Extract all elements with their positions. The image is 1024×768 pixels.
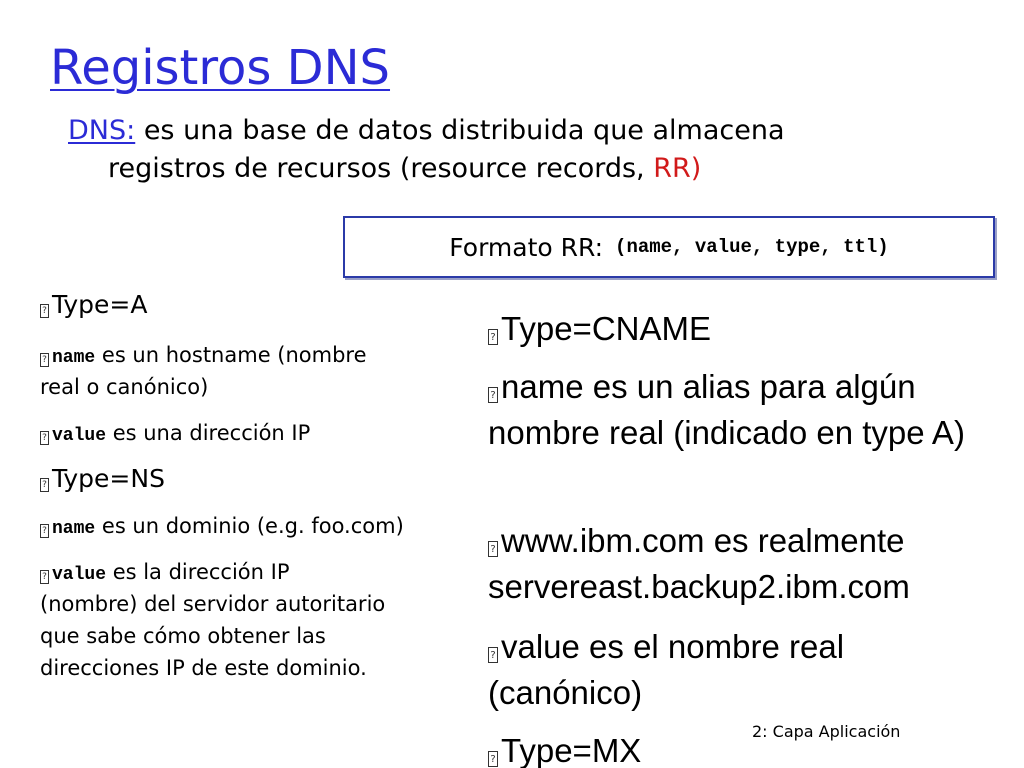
- type-a-label: Type=A: [52, 290, 148, 319]
- slide: Registros DNS DNS: es una base de datos …: [0, 0, 1024, 768]
- ns-name-code: name: [52, 519, 96, 539]
- bullet-icon: ?: [488, 751, 498, 767]
- rr-format-box: Formato RR: (name, value, type, ttl): [343, 216, 995, 278]
- bullet-icon: ?: [40, 524, 49, 538]
- list-item-type-a: ? Type=A: [40, 290, 147, 319]
- list-item-cname-example: ? www.ibm.com es realmente servereast.bac…: [488, 518, 1008, 610]
- rr-format-fields: (name, value, type, ttl): [615, 236, 889, 258]
- ns-value-text: es la dirección IP: [106, 560, 290, 584]
- footer-chapter: 2: Capa Aplicación: [752, 722, 901, 741]
- type-ns-label: Type=NS: [52, 464, 165, 493]
- ns-value-line4: direcciones IP de este dominio.: [40, 656, 367, 680]
- intro-lead: DNS:: [68, 115, 136, 146]
- rr-format-label: Formato RR:: [449, 232, 604, 262]
- list-item-cname-value: ? value es el nombre real (canónico): [488, 624, 928, 716]
- bullet-icon: ?: [40, 353, 49, 367]
- type-mx-label: Type=MX: [501, 732, 642, 768]
- list-item-type-cname: ? Type=CNAME: [488, 306, 1008, 352]
- ns-name-text: es un dominio (e.g. foo.com): [95, 514, 404, 538]
- list-item-ns-name: ? name es un dominio (e.g. foo.com): [40, 511, 404, 545]
- ns-value-line3: que sabe cómo obtener las: [40, 624, 326, 648]
- cname-example-text: www.ibm.com es realmente servereast.back…: [488, 522, 910, 605]
- slide-title: Registros DNS: [50, 40, 391, 96]
- list-item-a-name-cont: real o canónico): [40, 372, 208, 403]
- bullet-icon: ?: [40, 478, 49, 492]
- type-cname-label: Type=CNAME: [501, 310, 711, 347]
- list-item-type-mx: ? Type=MX: [488, 728, 1008, 768]
- intro-line2: registros de recursos (resource records,…: [68, 150, 968, 188]
- ns-value-code: value: [52, 565, 107, 585]
- bullet-icon: ?: [40, 431, 49, 445]
- list-item-type-ns: ? Type=NS: [40, 464, 165, 493]
- intro-text-line2: registros de recursos (resource records,: [108, 153, 654, 184]
- a-value-text: es una dirección IP: [106, 421, 311, 445]
- cname-name-text: name es un alias para algún nombre real …: [488, 368, 965, 451]
- list-item-ns-value: ? value es la dirección IP: [40, 557, 289, 591]
- list-item-cname-name: ? name es un alias para algún nombre real…: [488, 364, 1003, 456]
- list-item-a-value: ? value es una dirección IP: [40, 418, 310, 452]
- bullet-icon: ?: [40, 304, 49, 318]
- a-value-code: value: [52, 426, 107, 446]
- bullet-icon: ?: [488, 387, 498, 403]
- bullet-icon: ?: [488, 541, 498, 557]
- bullet-icon: ?: [488, 647, 498, 663]
- list-item-a-name: ? name es un hostname (nombre: [40, 340, 367, 374]
- intro-rr: RR): [653, 153, 702, 184]
- intro-text-line1: es una base de datos distribuida que alm…: [135, 115, 785, 146]
- bullet-icon: ?: [40, 570, 49, 584]
- a-name-text: es un hostname (nombre: [95, 343, 367, 367]
- intro-paragraph: DNS: es una base de datos distribuida qu…: [68, 112, 968, 188]
- a-name-text2: real o canónico): [40, 375, 209, 399]
- cname-value-text: value es el nombre real (canónico): [488, 628, 845, 711]
- ns-value-line2: (nombre) del servidor autoritario: [40, 592, 386, 616]
- a-name-code: name: [52, 348, 96, 368]
- bullet-icon: ?: [488, 329, 498, 345]
